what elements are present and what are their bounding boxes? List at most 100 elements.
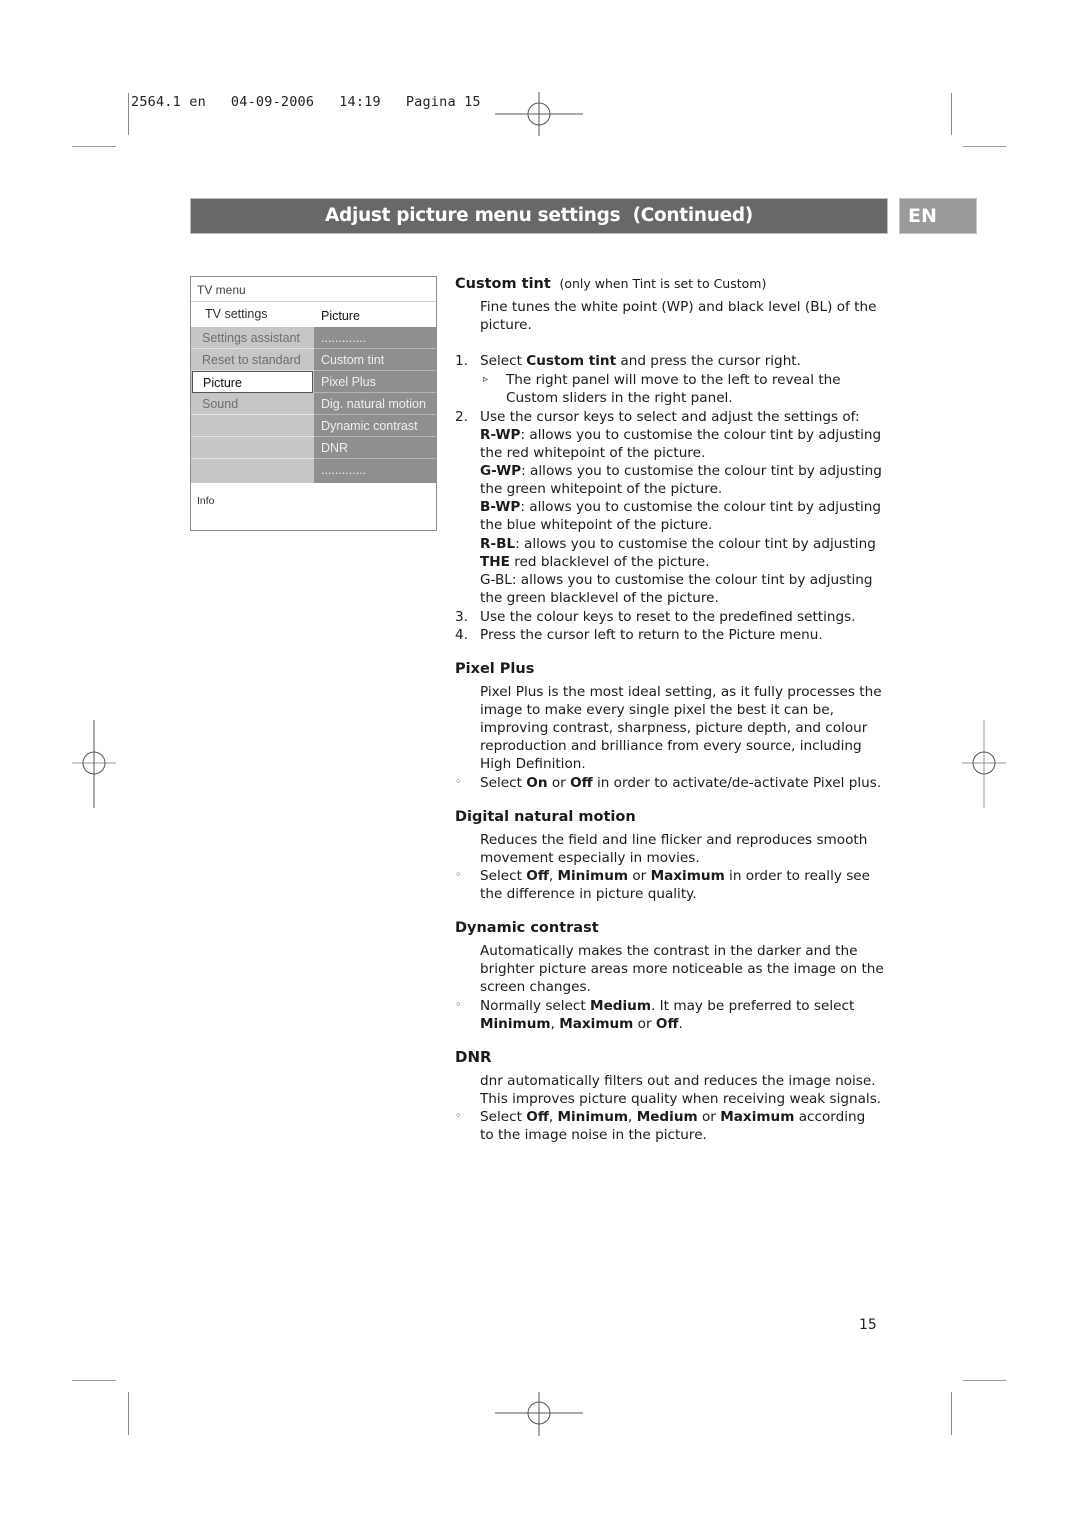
paragraph-line: reproduction and brilliance from every s… bbox=[480, 738, 862, 754]
step-number: 3. bbox=[455, 609, 468, 625]
paragraph-line: the green whitepoint of the picture. bbox=[480, 481, 723, 497]
text-run: or bbox=[547, 775, 571, 791]
submenu-left-label: TV settings bbox=[205, 307, 268, 321]
menu-item-sound[interactable]: Sound bbox=[191, 393, 314, 415]
step-number: 2. bbox=[455, 409, 468, 425]
heading-note: (only when Tint is set to Custom) bbox=[559, 276, 767, 291]
text-run: Select bbox=[480, 775, 527, 791]
menu-item-empty bbox=[191, 415, 314, 437]
menu-item-reset-to-standard[interactable]: Reset to standard bbox=[191, 349, 314, 371]
menu-item-settings-assistant[interactable]: Settings assistant bbox=[191, 327, 314, 349]
text-run: Select bbox=[480, 1109, 527, 1125]
crop-mark bbox=[951, 93, 952, 135]
menu-item-ellipsis: ............. bbox=[314, 327, 436, 349]
crop-mark bbox=[72, 146, 116, 147]
text-run: Select bbox=[480, 868, 527, 884]
paragraph-line: the difference in picture quality. bbox=[480, 886, 697, 902]
registration-mark-icon bbox=[72, 720, 116, 808]
menu-item-dynamic-contrast[interactable]: Dynamic contrast bbox=[314, 415, 436, 437]
menu-item-dig-natural-motion[interactable]: Dig. natural motion bbox=[314, 393, 436, 415]
text-run: Select bbox=[480, 353, 527, 369]
registration-mark-icon bbox=[495, 92, 583, 136]
text-run: . It may be preferred to select bbox=[651, 998, 855, 1014]
bold-text: Maximum bbox=[720, 1109, 795, 1125]
menu-item-dnr[interactable]: DNR bbox=[314, 437, 436, 459]
text-run: : allows you to customise the colour tin… bbox=[520, 499, 882, 515]
bold-text: THE bbox=[480, 554, 510, 570]
step-text: Use the colour keys to reset to the pred… bbox=[480, 609, 856, 625]
menu-item-picture[interactable]: Picture bbox=[192, 371, 313, 393]
text-run: or bbox=[697, 1109, 721, 1125]
step-text: Press the cursor left to return to the P… bbox=[480, 627, 823, 643]
bullet-text: Select Off, Minimum, Medium or Maximum a… bbox=[480, 1108, 865, 1126]
paragraph-line: Reduces the field and line flicker and r… bbox=[480, 832, 868, 848]
paragraph-line: dnr automatically filters out and reduce… bbox=[480, 1073, 876, 1089]
text-run: , bbox=[628, 1109, 637, 1125]
page-title: Adjust picture menu settings (Continued) bbox=[325, 205, 753, 226]
section-title-bar: Adjust picture menu settings (Continued) bbox=[190, 198, 888, 234]
crop-mark bbox=[963, 146, 1006, 147]
custom-tint-heading-line: Custom tint (only when Tint is set to Cu… bbox=[455, 275, 766, 293]
bullet-text: Select Off, Minimum or Maximum in order … bbox=[480, 867, 870, 885]
bullet-icon: ◦ bbox=[455, 998, 462, 1011]
menu-item-ellipsis: ............. bbox=[321, 463, 367, 477]
paragraph-line: R-WP: allows you to customise the colour… bbox=[480, 426, 881, 444]
paragraph-line: G-BL: allows you to customise the colour… bbox=[480, 572, 873, 588]
text-run: . bbox=[678, 1016, 683, 1032]
registration-mark-icon bbox=[962, 720, 1006, 808]
text-run: , bbox=[548, 868, 558, 884]
bold-text: G-WP bbox=[480, 463, 522, 479]
bold-text: B-WP bbox=[480, 499, 521, 515]
paragraph-line: brighter picture areas more noticeable a… bbox=[480, 961, 884, 977]
paragraph-line: the blue whitepoint of the picture. bbox=[480, 517, 713, 533]
menu-item-pixel-plus[interactable]: Pixel Plus bbox=[314, 371, 436, 393]
text-run: Normally select bbox=[480, 998, 591, 1014]
bold-text: Medium bbox=[636, 1109, 698, 1125]
bold-text: Minimum bbox=[557, 868, 629, 884]
text-run: or bbox=[628, 868, 651, 884]
triangle-arrow-icon: ▹ bbox=[483, 374, 489, 385]
bullet-text: Select On or Off in order to activate/de… bbox=[480, 774, 881, 792]
section-heading: DNR bbox=[455, 1048, 492, 1066]
menu-item-empty bbox=[191, 459, 314, 483]
crop-mark bbox=[128, 93, 129, 135]
text-run: , bbox=[548, 1109, 558, 1125]
bold-text: Off bbox=[526, 868, 549, 884]
menu-left-column: Settings assistant Reset to standard Pic… bbox=[191, 327, 314, 483]
paragraph-line: The right panel will move to the left to… bbox=[506, 372, 841, 388]
tv-menu-illustration: TV menu TV settings Picture Settings ass… bbox=[190, 276, 437, 531]
crop-mark bbox=[128, 1392, 129, 1435]
text-run: or bbox=[633, 1016, 656, 1032]
text-run: red blacklevel of the picture. bbox=[509, 554, 710, 570]
text-run: : allows you to customise the colour tin… bbox=[521, 463, 882, 479]
paragraph-line: Custom sliders in the right panel. bbox=[506, 390, 733, 406]
language-badge: EN bbox=[899, 198, 977, 234]
crop-mark bbox=[963, 1380, 1006, 1381]
section-heading: Digital natural motion bbox=[455, 809, 636, 825]
text-run: : allows you to customise the colour tin… bbox=[520, 427, 882, 443]
tv-menu-title: TV menu bbox=[191, 277, 436, 302]
step-text: Select Custom tint and press the cursor … bbox=[480, 352, 801, 370]
submenu-right-label: Picture bbox=[321, 309, 360, 323]
bullet-text: Normally select Medium. It may be prefer… bbox=[480, 997, 854, 1015]
section-heading: Pixel Plus bbox=[455, 661, 535, 677]
bold-text: R-WP bbox=[480, 427, 521, 443]
paragraph-line: G-WP: allows you to customise the colour… bbox=[480, 462, 882, 480]
bold-text: R-BL bbox=[480, 536, 516, 552]
paragraph-line: Minimum, Maximum or Off. bbox=[480, 1015, 683, 1033]
paragraph-line: Automatically makes the contrast in the … bbox=[480, 943, 858, 959]
paragraph-line: This improves picture quality when recei… bbox=[480, 1091, 882, 1107]
menu-item-custom-tint[interactable]: Custom tint bbox=[314, 349, 436, 371]
crop-mark bbox=[951, 1392, 952, 1435]
paragraph-line: the green blacklevel of the picture. bbox=[480, 590, 719, 606]
bold-text: Maximum bbox=[650, 868, 725, 884]
bold-text: Off bbox=[526, 1109, 549, 1125]
text-run: according bbox=[794, 1109, 866, 1125]
tv-menu-submenu-row: TV settings Picture bbox=[191, 303, 436, 327]
menu-item-empty bbox=[191, 437, 314, 459]
paragraph-line: the red whitepoint of the picture. bbox=[480, 445, 706, 461]
step-number: 1. bbox=[455, 353, 468, 369]
paragraph-line: movement especially in movies. bbox=[480, 850, 700, 866]
section-heading: Custom tint bbox=[455, 276, 551, 292]
paragraph-line: image to make every single pixel the bes… bbox=[480, 702, 834, 718]
